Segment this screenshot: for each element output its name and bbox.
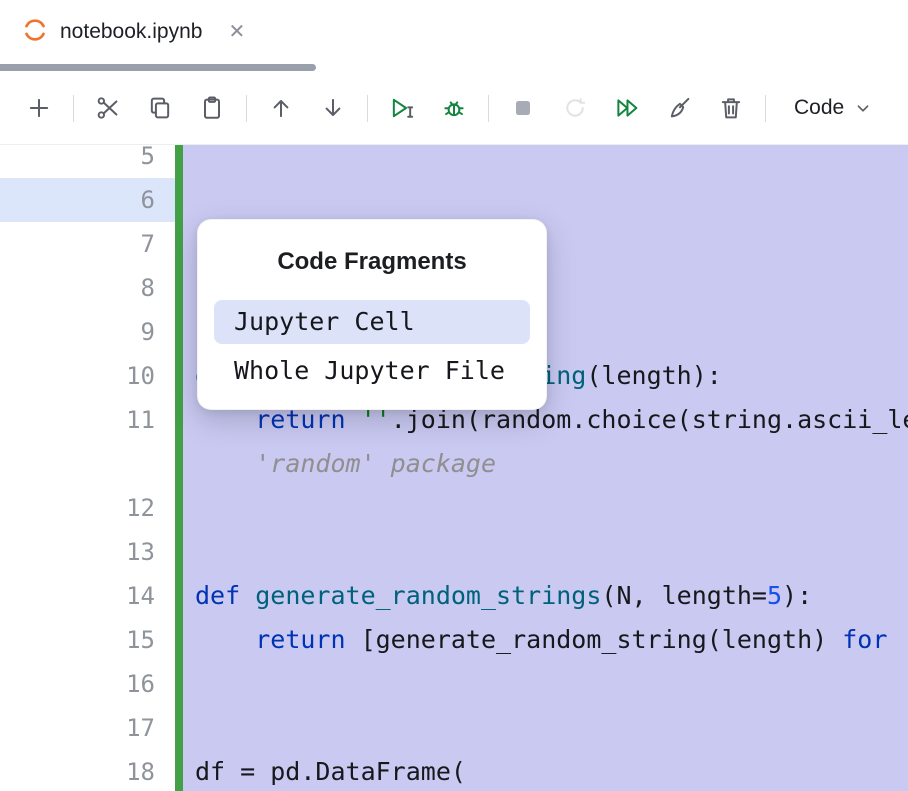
tab-bar: notebook.ipynb ✕ <box>0 0 908 64</box>
popup-item-list: Jupyter Cell Whole Jupyter File <box>214 300 530 393</box>
code-line[interactable] <box>183 178 908 222</box>
cell-marker <box>175 618 183 662</box>
run-cell-select-below-icon <box>388 94 416 122</box>
tab-loading-track <box>0 64 908 72</box>
notebook-toolbar: Code <box>0 72 908 145</box>
cell-marker <box>175 178 183 222</box>
line-number[interactable]: 12 <box>0 486 175 530</box>
editor-line: 17 <box>0 706 908 750</box>
toolbar-separator <box>246 95 247 122</box>
run-all-cells-button[interactable] <box>607 88 647 128</box>
line-number[interactable]: 16 <box>0 662 175 706</box>
editor-line: 'random' package <box>0 442 908 486</box>
cell-type-dropdown[interactable]: Code <box>786 90 882 126</box>
toolbar-separator <box>765 95 766 122</box>
cell-marker <box>175 530 183 574</box>
toolbar-separator <box>367 95 368 122</box>
editor-line: 16 <box>0 662 908 706</box>
line-number[interactable]: 6 <box>0 178 175 222</box>
cell-marker <box>175 574 183 618</box>
cell-marker <box>175 750 183 791</box>
editor-line: 15 return [generate_random_string(length… <box>0 618 908 662</box>
editor-line: 6 <box>0 178 908 222</box>
add-cell-icon <box>25 94 53 122</box>
cell-marker <box>175 145 183 178</box>
editor: 5678910def generate_random_string(length… <box>0 145 908 791</box>
code-line[interactable]: 'random' package <box>183 442 908 486</box>
stop-execution-icon <box>509 94 537 122</box>
paste-cell-button[interactable] <box>192 88 232 128</box>
code-line[interactable] <box>183 662 908 706</box>
paste-cell-icon <box>198 94 226 122</box>
line-number[interactable]: 9 <box>0 310 175 354</box>
cell-marker <box>175 398 183 442</box>
copy-cell-button[interactable] <box>140 88 180 128</box>
popup-item-whole-jupyter-file[interactable]: Whole Jupyter File <box>214 349 530 393</box>
cell-marker <box>175 310 183 354</box>
debug-cell-icon <box>440 94 468 122</box>
tab-title: notebook.ipynb <box>60 20 202 44</box>
cell-marker <box>175 266 183 310</box>
jupyter-icon <box>22 17 48 48</box>
code-line[interactable] <box>183 486 908 530</box>
clear-outputs-icon <box>665 94 693 122</box>
cell-marker <box>175 222 183 266</box>
editor-line: 5 <box>0 145 908 178</box>
toolbar-separator <box>73 95 74 122</box>
move-cell-up-button[interactable] <box>261 88 301 128</box>
line-number[interactable]: 11 <box>0 398 175 442</box>
popup-title: Code Fragments <box>214 248 530 276</box>
move-cell-down-icon <box>319 94 347 122</box>
tab-close-icon[interactable]: ✕ <box>224 20 249 44</box>
line-number[interactable]: 10 <box>0 354 175 398</box>
line-number[interactable]: 13 <box>0 530 175 574</box>
line-number[interactable] <box>0 442 175 486</box>
line-number[interactable]: 7 <box>0 222 175 266</box>
code-line[interactable]: return [generate_random_string(length) f… <box>183 618 908 662</box>
code-line[interactable]: def generate_random_strings(N, length=5)… <box>183 574 908 618</box>
add-cell-button[interactable] <box>19 88 59 128</box>
cell-marker <box>175 442 183 486</box>
move-cell-up-icon <box>267 94 295 122</box>
code-line[interactable] <box>183 530 908 574</box>
editor-line: 18df = pd.DataFrame( <box>0 750 908 791</box>
line-number[interactable]: 15 <box>0 618 175 662</box>
popup-item-jupyter-cell[interactable]: Jupyter Cell <box>214 300 530 344</box>
editor-line: 12 <box>0 486 908 530</box>
chevron-down-icon <box>852 97 874 119</box>
cell-marker <box>175 354 183 398</box>
tab-notebook[interactable]: notebook.ipynb ✕ <box>22 17 249 48</box>
line-number[interactable]: 8 <box>0 266 175 310</box>
run-cell-select-below-button[interactable] <box>382 88 422 128</box>
line-number[interactable]: 17 <box>0 706 175 750</box>
editor-line: 14def generate_random_strings(N, length=… <box>0 574 908 618</box>
editor-line: 13 <box>0 530 908 574</box>
cut-cell-icon <box>94 94 122 122</box>
code-line[interactable] <box>183 706 908 750</box>
move-cell-down-button[interactable] <box>313 88 353 128</box>
line-number[interactable]: 14 <box>0 574 175 618</box>
cell-marker <box>175 706 183 750</box>
delete-cell-button[interactable] <box>711 88 751 128</box>
cut-cell-button[interactable] <box>88 88 128 128</box>
line-number[interactable]: 5 <box>0 145 175 178</box>
cell-marker <box>175 662 183 706</box>
restart-kernel-button[interactable] <box>555 88 595 128</box>
stop-execution-button[interactable] <box>503 88 543 128</box>
debug-cell-button[interactable] <box>434 88 474 128</box>
run-all-cells-icon <box>613 94 641 122</box>
code-line[interactable] <box>183 145 908 178</box>
cell-marker <box>175 486 183 530</box>
tab-loading-bar <box>0 64 316 71</box>
delete-cell-icon <box>717 94 745 122</box>
code-fragments-popup: Code Fragments Jupyter Cell Whole Jupyter… <box>197 219 547 410</box>
clear-outputs-button[interactable] <box>659 88 699 128</box>
cell-type-label: Code <box>794 96 844 120</box>
code-line[interactable]: df = pd.DataFrame( <box>183 750 908 791</box>
copy-cell-icon <box>146 94 174 122</box>
restart-kernel-icon <box>561 94 589 122</box>
toolbar-separator <box>488 95 489 122</box>
line-number[interactable]: 18 <box>0 750 175 791</box>
